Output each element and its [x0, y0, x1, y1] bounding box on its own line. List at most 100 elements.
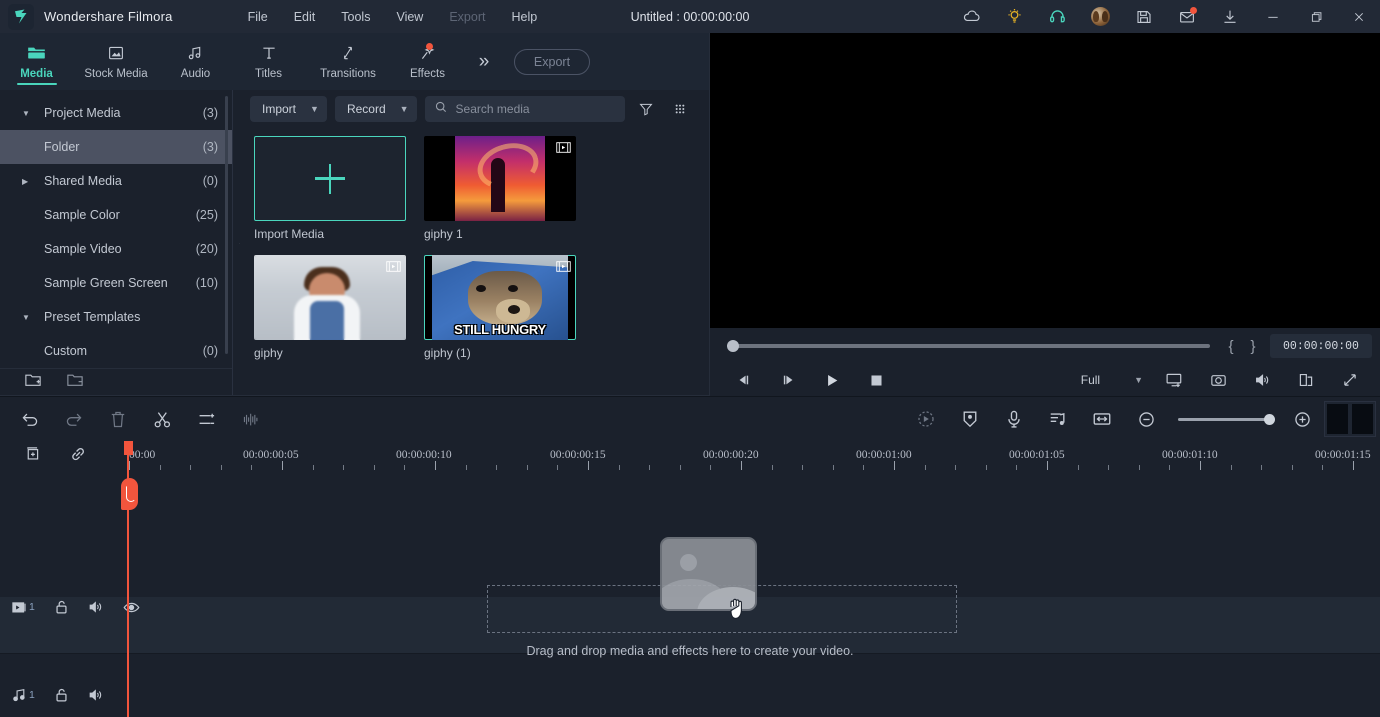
preview-timecode[interactable]: 00:00:00:00 — [1270, 334, 1372, 358]
zoom-out-icon[interactable] — [1124, 397, 1168, 441]
seek-handle[interactable] — [727, 340, 739, 352]
mark-out-button[interactable]: } — [1242, 338, 1264, 355]
render-preview-icon[interactable] — [1152, 364, 1196, 396]
cloud-icon[interactable] — [950, 0, 993, 33]
tab-stock-media[interactable]: Stock Media — [73, 33, 159, 90]
playhead-top-marker[interactable] — [124, 441, 133, 455]
tab-titles-label: Titles — [254, 67, 283, 80]
timeline-zoom-slider[interactable] — [1178, 413, 1275, 425]
media-item-giphy[interactable]: giphy — [254, 255, 406, 360]
sidebar-item-folder[interactable]: Folder (3) — [0, 130, 232, 164]
new-folder-icon[interactable] — [24, 372, 42, 393]
media-thumbnail[interactable]: STILL HUNGRY — [424, 255, 576, 340]
media-item-import[interactable]: Import Media — [254, 136, 406, 241]
chevron-down-icon[interactable]: ▼ — [1134, 375, 1143, 385]
sidebar-item-sample-color[interactable]: Sample Color (25) — [0, 198, 232, 232]
menu-view[interactable]: View — [383, 5, 436, 29]
split-icon[interactable] — [140, 397, 184, 441]
filter-icon[interactable] — [633, 96, 659, 122]
mail-icon[interactable] — [1165, 0, 1208, 33]
sidebar-item-label: Folder — [44, 140, 80, 154]
snapshot-icon[interactable] — [1196, 364, 1240, 396]
export-button[interactable]: Export — [514, 48, 590, 75]
menu-bar: File Edit Tools View Export Help — [235, 5, 551, 29]
record-button[interactable]: Record ▼ — [334, 96, 417, 122]
remove-folder-icon[interactable] — [66, 372, 84, 393]
render-preview-icon[interactable] — [904, 397, 948, 441]
unlock-icon[interactable] — [54, 687, 69, 703]
voiceover-icon[interactable] — [992, 397, 1036, 441]
next-frame-button[interactable] — [766, 364, 810, 396]
preview-seek-slider[interactable] — [727, 340, 1210, 352]
timeline-track-audio-1[interactable]: 1 — [0, 654, 1380, 717]
timeline-end-panel[interactable] — [1324, 401, 1376, 437]
chevron-right-icon[interactable]: ▶ — [22, 177, 44, 186]
volume-icon[interactable] — [1240, 364, 1284, 396]
chevron-down-icon[interactable]: ▼ — [400, 104, 409, 114]
menu-file[interactable]: File — [235, 5, 281, 29]
sidebar-item-sample-video[interactable]: Sample Video (20) — [0, 232, 232, 266]
adjust-icon[interactable] — [184, 397, 228, 441]
delete-icon[interactable] — [96, 397, 140, 441]
sidebar-item-shared-media[interactable]: ▶ Shared Media (0) — [0, 164, 232, 198]
speaker-icon[interactable] — [88, 600, 104, 614]
zoom-in-icon[interactable] — [1280, 397, 1324, 441]
user-avatar[interactable] — [1079, 0, 1122, 33]
marker-icon[interactable] — [948, 397, 992, 441]
undo-icon[interactable] — [8, 397, 52, 441]
sidebar-scrollbar[interactable] — [225, 96, 228, 354]
record-label: Record — [346, 102, 386, 116]
fullscreen-icon[interactable] — [1328, 364, 1372, 396]
unlock-icon[interactable] — [54, 599, 69, 615]
close-icon[interactable] — [1337, 0, 1380, 33]
tab-effects[interactable]: Effects — [391, 33, 464, 90]
playhead-handle[interactable] — [121, 478, 138, 510]
audio-waveform-icon[interactable] — [228, 397, 272, 441]
pop-out-icon[interactable] — [1284, 364, 1328, 396]
sidebar-item-project-media[interactable]: ▼ Project Media (3) — [0, 96, 232, 130]
search-media-input[interactable]: Search media — [424, 96, 625, 122]
audio-mixer-icon[interactable] — [1036, 397, 1080, 441]
timeline-ruler[interactable]: 00:00 00:00:00:05 00:00:00:10 00:00:00:1… — [127, 441, 1380, 471]
import-button[interactable]: Import ▼ — [250, 96, 327, 122]
import-media-tile[interactable] — [254, 136, 406, 221]
previous-frame-button[interactable] — [722, 364, 766, 396]
maximize-icon[interactable] — [1294, 0, 1337, 33]
tab-titles[interactable]: Titles — [232, 33, 305, 90]
minimize-icon[interactable] — [1251, 0, 1294, 33]
sidebar-item-sample-green-screen[interactable]: Sample Green Screen (10) — [0, 266, 232, 300]
play-button[interactable] — [810, 364, 854, 396]
menu-edit[interactable]: Edit — [281, 5, 329, 29]
fit-timeline-icon[interactable] — [1080, 397, 1124, 441]
chevron-down-icon[interactable]: ▼ — [22, 109, 44, 118]
add-track-icon[interactable] — [24, 445, 41, 467]
menu-tools[interactable]: Tools — [328, 5, 383, 29]
eye-icon[interactable] — [123, 601, 140, 614]
lightbulb-icon[interactable] — [993, 0, 1036, 33]
tab-media[interactable]: Media — [0, 33, 73, 90]
grid-view-icon[interactable] — [667, 96, 693, 122]
preview-video-surface[interactable] — [710, 33, 1380, 328]
media-item-giphy-1[interactable]: giphy 1 — [424, 136, 576, 241]
download-icon[interactable] — [1208, 0, 1251, 33]
zoom-slider-handle[interactable] — [1264, 413, 1275, 425]
save-icon[interactable] — [1122, 0, 1165, 33]
tab-audio[interactable]: Audio — [159, 33, 232, 90]
headset-icon[interactable] — [1036, 0, 1079, 33]
media-thumbnail[interactable] — [424, 136, 576, 221]
redo-icon[interactable] — [52, 397, 96, 441]
menu-help[interactable]: Help — [498, 5, 550, 29]
preview-quality-dropdown[interactable]: Full ▼ — [1072, 368, 1152, 392]
sidebar-item-preset-templates[interactable]: ▼ Preset Templates — [0, 300, 232, 334]
chevron-down-icon[interactable]: ▼ — [22, 313, 44, 322]
tab-transitions[interactable]: Transitions — [305, 33, 391, 90]
more-tabs-button[interactable]: » — [464, 33, 504, 90]
media-thumbnail[interactable] — [254, 255, 406, 340]
stop-button[interactable] — [854, 364, 898, 396]
sidebar-item-custom[interactable]: Custom (0) — [0, 334, 232, 368]
mark-in-button[interactable]: { — [1220, 338, 1242, 355]
chevron-down-icon[interactable]: ▼ — [310, 104, 319, 114]
link-icon[interactable] — [69, 445, 87, 468]
media-item-giphy-1-copy[interactable]: STILL HUNGRY giphy (1) — [424, 255, 576, 360]
speaker-icon[interactable] — [88, 688, 104, 702]
